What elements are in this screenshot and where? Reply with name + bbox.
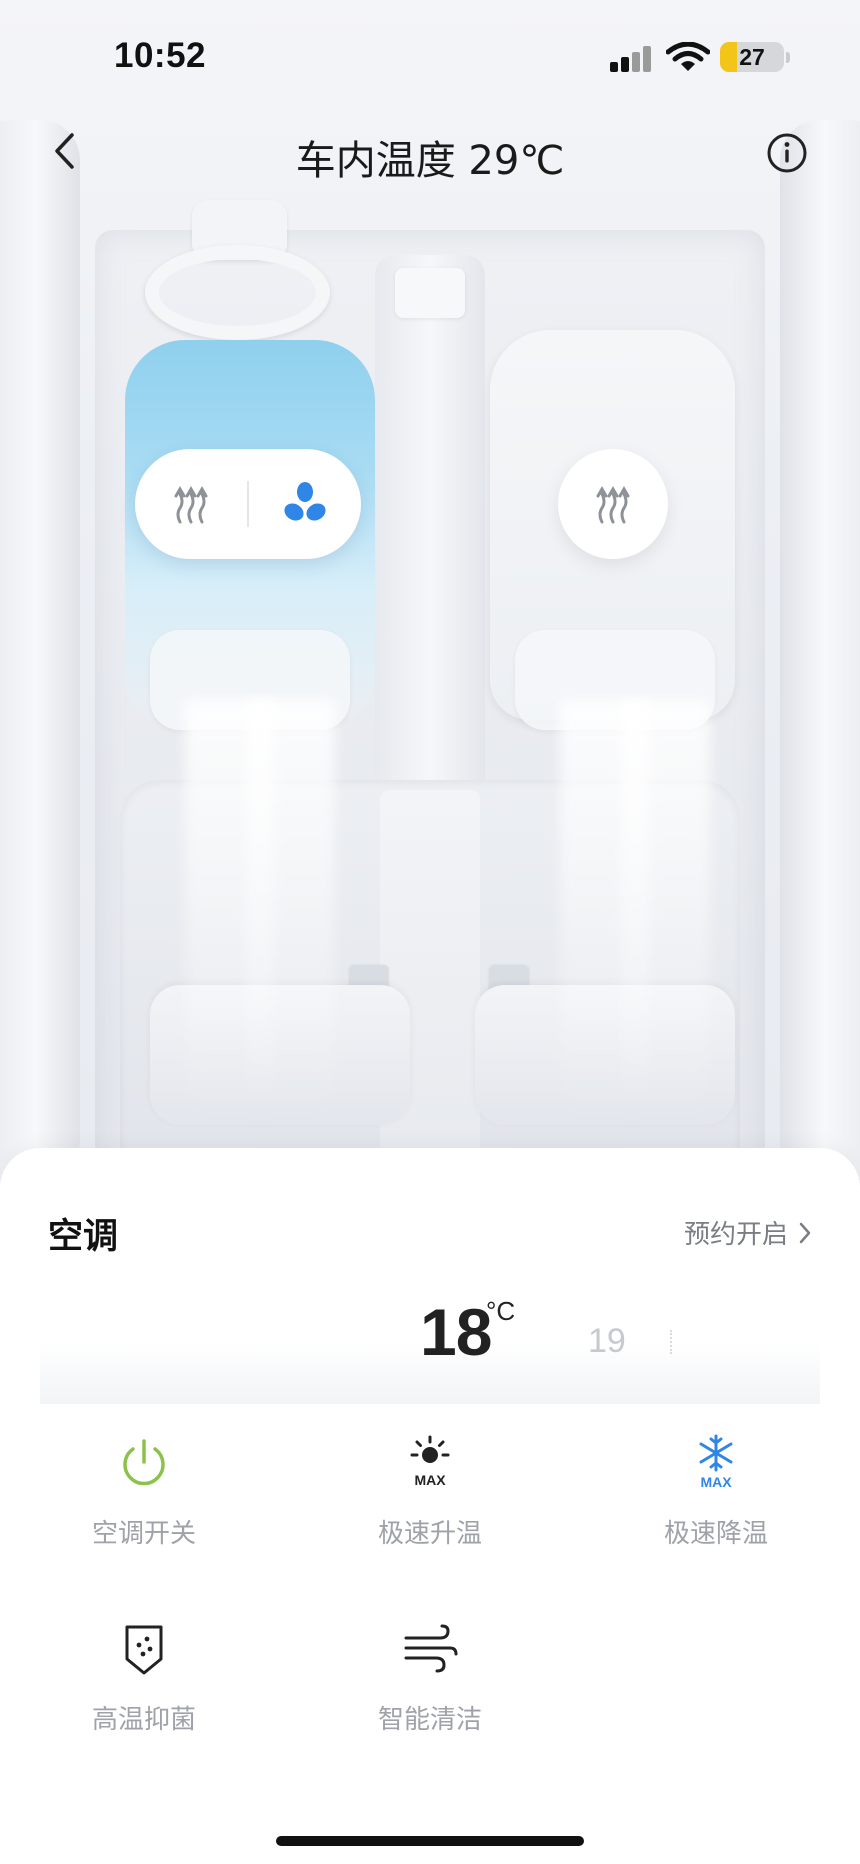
chevron-right-icon bbox=[799, 1222, 811, 1243]
info-button[interactable] bbox=[766, 132, 808, 174]
max-text: MAX bbox=[414, 1472, 446, 1488]
section-title: 空调 bbox=[48, 1217, 119, 1257]
temperature-picker[interactable]: 18 °C 19 bbox=[40, 1264, 820, 1404]
battery-percent: 27 bbox=[739, 44, 765, 70]
schedule-button[interactable]: 预约开启 bbox=[684, 1214, 812, 1251]
temperature-option[interactable]: 19 bbox=[588, 1322, 626, 1361]
schedule-label: 预约开启 bbox=[683, 1220, 788, 1250]
action-label: 极速降温 bbox=[663, 1519, 768, 1549]
action-label: 智能清洁 bbox=[377, 1705, 482, 1735]
selected-temperature: 18 bbox=[420, 1295, 492, 1369]
temperature-option-faded bbox=[670, 1330, 674, 1354]
right-door bbox=[780, 120, 860, 1180]
wind-icon bbox=[400, 1619, 460, 1679]
rapid-cool-button[interactable]: MAX 极速降温 bbox=[616, 1433, 816, 1550]
steering-wheel bbox=[145, 245, 330, 340]
driver-seat-vent-button[interactable] bbox=[249, 449, 361, 559]
home-indicator bbox=[276, 1836, 584, 1846]
shield-dots-icon bbox=[114, 1619, 174, 1679]
wifi-icon bbox=[665, 41, 711, 72]
ac-control-sheet: 空调 预约开启 18 °C 19 空调开关 MAX 极速升温 MAX 极速降温 … bbox=[0, 1148, 860, 1864]
airflow-effect bbox=[620, 700, 710, 1120]
driver-seat-controls bbox=[135, 449, 361, 559]
action-label: 空调开关 bbox=[91, 1519, 196, 1549]
driver-seat-heat-button[interactable] bbox=[135, 449, 247, 559]
cellular-signal-icon bbox=[610, 46, 654, 72]
snowflake-max-icon: MAX bbox=[686, 1433, 746, 1493]
status-bar: 10:52 27 bbox=[0, 0, 860, 110]
temperature-unit: °C bbox=[486, 1296, 516, 1326]
status-time: 10:52 bbox=[114, 36, 207, 75]
max-text: MAX bbox=[700, 1474, 732, 1490]
battery-indicator: 27 bbox=[720, 42, 784, 72]
fan-icon bbox=[284, 482, 326, 521]
airflow-effect bbox=[245, 700, 335, 1120]
page-title: 车内温度 29℃ bbox=[295, 138, 565, 184]
battery-tip bbox=[786, 52, 790, 63]
console-screen bbox=[395, 268, 465, 318]
rapid-heat-button[interactable]: MAX 极速升温 bbox=[330, 1433, 530, 1550]
smart-clean-button[interactable]: 智能清洁 bbox=[330, 1619, 530, 1736]
seat-heat-icon bbox=[174, 485, 208, 524]
info-circle-icon bbox=[767, 133, 807, 173]
action-label: 极速升温 bbox=[377, 1519, 482, 1549]
power-icon bbox=[114, 1433, 174, 1493]
left-door bbox=[0, 120, 80, 1180]
ac-power-button[interactable]: 空调开关 bbox=[44, 1433, 244, 1550]
sun-max-icon: MAX bbox=[400, 1433, 460, 1493]
action-label: 高温抑菌 bbox=[91, 1705, 196, 1735]
passenger-seat-heat-button[interactable] bbox=[558, 449, 668, 559]
rear-center-seat bbox=[380, 790, 480, 1180]
sterilize-button[interactable]: 高温抑菌 bbox=[44, 1619, 244, 1736]
seat-heat-icon bbox=[596, 485, 630, 524]
